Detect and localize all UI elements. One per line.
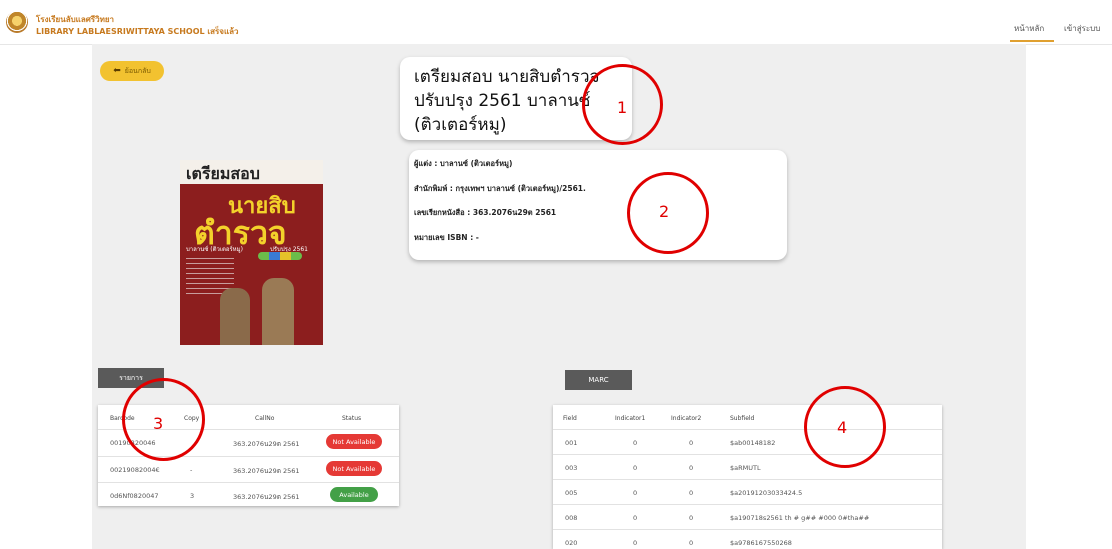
annotation-number-4: 4 [837, 418, 848, 437]
annotation-number-2: 2 [659, 202, 670, 221]
school-name-english[interactable]: LIBRARY LABLAESRIWITTAYA SCHOOL เสร็จแล้… [36, 25, 239, 38]
school-logo-icon[interactable] [6, 11, 28, 33]
table-row: 020 0 0 $a9786167550268 [553, 529, 942, 547]
item-copy: 3 [190, 492, 195, 500]
cover-figure-left [220, 288, 250, 345]
back-button-label: ย้อนกลับ [124, 66, 151, 75]
marc-subfield: $ab00148182 [730, 439, 776, 447]
tab-marc[interactable]: MARC [565, 370, 632, 390]
marc-indicator1: 0 [633, 464, 638, 472]
item-callno: 363.2076น29ต 2561 [233, 493, 300, 501]
annotation-circle-3 [122, 378, 205, 461]
item-barcode: 00219082004€ [110, 466, 160, 474]
marc-header-indicator2: Indicator2 [671, 415, 702, 422]
marc-header-indicator1: Indicator1 [615, 415, 646, 422]
item-callno: 363.2076น29ต 2561 [233, 467, 300, 475]
nav-login-link[interactable]: เข้าสู่ระบบ [1064, 22, 1100, 35]
nav-home-link[interactable]: หน้าหลัก [1014, 22, 1044, 35]
book-publisher: สำนักพิมพ์ : กรุงเทพฯ บาลานซ์ (ติวเตอร์ห… [414, 184, 586, 193]
active-nav-indicator [1010, 40, 1054, 42]
item-callno: 363.2076น29ต 2561 [233, 440, 300, 448]
item-barcode: 0d6Nf0820047 [110, 492, 159, 500]
back-button[interactable]: ⬅ ย้อนกลับ [100, 61, 164, 81]
table-row: 003 0 0 $aRMUTL [553, 454, 942, 472]
status-badge: Not Available [326, 461, 382, 476]
annotation-number-1: 1 [617, 98, 628, 117]
marc-indicator1: 0 [633, 439, 638, 447]
book-call-number: เลขเรียกหนังสือ : 363.2076น29ต 2561 [414, 208, 557, 217]
marc-subfield: $a9786167550268 [730, 539, 792, 547]
item-copy: - [190, 466, 193, 474]
marc-indicator2: 0 [689, 514, 694, 522]
marc-indicator2: 0 [689, 489, 694, 497]
marc-indicator1: 0 [633, 514, 638, 522]
marc-indicator2: 0 [689, 439, 694, 447]
status-badge: Not Available [326, 434, 382, 449]
table-row: 005 0 0 $a20191203033424.5 [553, 479, 942, 497]
book-isbn: หมายเลข ISBN : - [414, 233, 479, 242]
marc-indicator1: 0 [633, 539, 638, 547]
book-cover-image: เตรียมสอบ นายสิบ ตำรวจ ปรับปรุง 2561 บาล… [180, 160, 323, 345]
marc-field: 003 [565, 464, 578, 472]
cover-author: บาลานซ์ (ติวเตอร์หมู) [186, 246, 243, 253]
marc-header-field: Field [563, 415, 577, 422]
marc-field: 020 [565, 539, 578, 547]
table-row: 008 0 0 $a190718s2561 th # g## #000 0#th… [553, 504, 942, 522]
status-badge: Available [330, 487, 378, 502]
marc-subfield: $aRMUTL [730, 464, 761, 472]
cover-figure-right [262, 278, 294, 345]
marc-subfield: $a20191203033424.5 [730, 489, 803, 497]
cover-title-line1: เตรียมสอบ [186, 164, 260, 183]
marc-header-subfield: Subfield [730, 415, 755, 422]
book-author: ผู้แต่ง : บาลานซ์ (ติวเตอร์หมู) [414, 159, 513, 168]
reply-arrow-icon: ⬅ [113, 66, 121, 76]
book-info-card: ผู้แต่ง : บาลานซ์ (ติวเตอร์หมู) สำนักพิม… [409, 150, 787, 260]
cover-logos [258, 252, 302, 260]
marc-indicator2: 0 [689, 464, 694, 472]
items-header-callno: CallNo [255, 415, 275, 422]
marc-field: 008 [565, 514, 578, 522]
marc-field: 001 [565, 439, 578, 447]
marc-indicator1: 0 [633, 489, 638, 497]
items-header-status: Status [342, 415, 362, 422]
table-row: 0d6Nf0820047 3 363.2076น29ต 2561 Availab… [98, 482, 399, 502]
annotation-number-3: 3 [153, 414, 164, 433]
marc-field: 005 [565, 489, 578, 497]
marc-subfield: $a190718s2561 th # g## #000 0#tha## [730, 514, 870, 522]
top-navbar: โรงเรียนลับแลศรีวิทยา LIBRARY LABLAESRIW… [0, 0, 1112, 45]
marc-indicator2: 0 [689, 539, 694, 547]
